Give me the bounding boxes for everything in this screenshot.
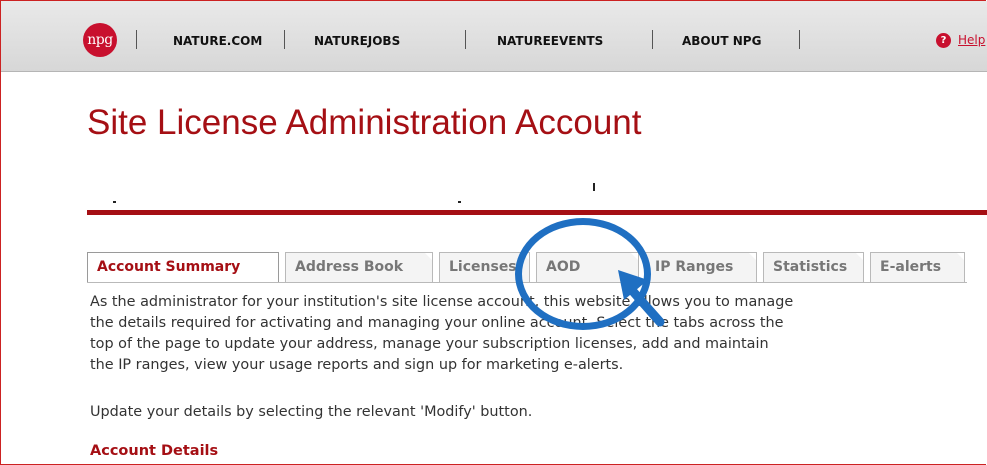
nav-separator [799, 30, 800, 49]
intro-line: the details required for activating and … [90, 315, 784, 331]
redacted-mark [458, 201, 461, 203]
intro-line: the IP ranges, view your usage reports a… [90, 357, 624, 373]
nav-separator [136, 30, 137, 49]
account-details-heading: Account Details [90, 443, 219, 459]
redacted-mark [593, 183, 595, 191]
npg-logo[interactable]: npg [83, 23, 117, 57]
help-icon[interactable]: ? [936, 33, 951, 48]
update-note: Update your details by selecting the rel… [90, 404, 533, 420]
nav-nature-com[interactable]: NATURE.COM [173, 34, 262, 48]
intro-line: top of the page to update your address, … [90, 336, 769, 352]
nav-separator [465, 30, 466, 49]
nav-about-npg[interactable]: ABOUT NPG [682, 34, 761, 48]
tab-address-book[interactable]: Address Book [285, 252, 433, 282]
nav-separator [652, 30, 653, 49]
nav-naturejobs[interactable]: NATUREJOBS [314, 34, 400, 48]
help-link[interactable]: Help [958, 33, 985, 47]
redacted-mark [113, 201, 116, 203]
nav-separator [284, 30, 285, 49]
tab-account-summary[interactable]: Account Summary [87, 252, 279, 282]
tab-e-alerts[interactable]: E-alerts [870, 252, 965, 282]
page-title: Site License Administration Account [87, 103, 642, 142]
title-divider [87, 210, 987, 215]
tab-statistics[interactable]: Statistics [763, 252, 864, 282]
annotation-arrow-icon [618, 270, 665, 327]
nav-natureevents[interactable]: NATUREEVENTS [497, 34, 603, 48]
top-navigation-bar: npg NATURE.COM NATUREJOBS NATUREEVENTS A… [1, 1, 987, 72]
